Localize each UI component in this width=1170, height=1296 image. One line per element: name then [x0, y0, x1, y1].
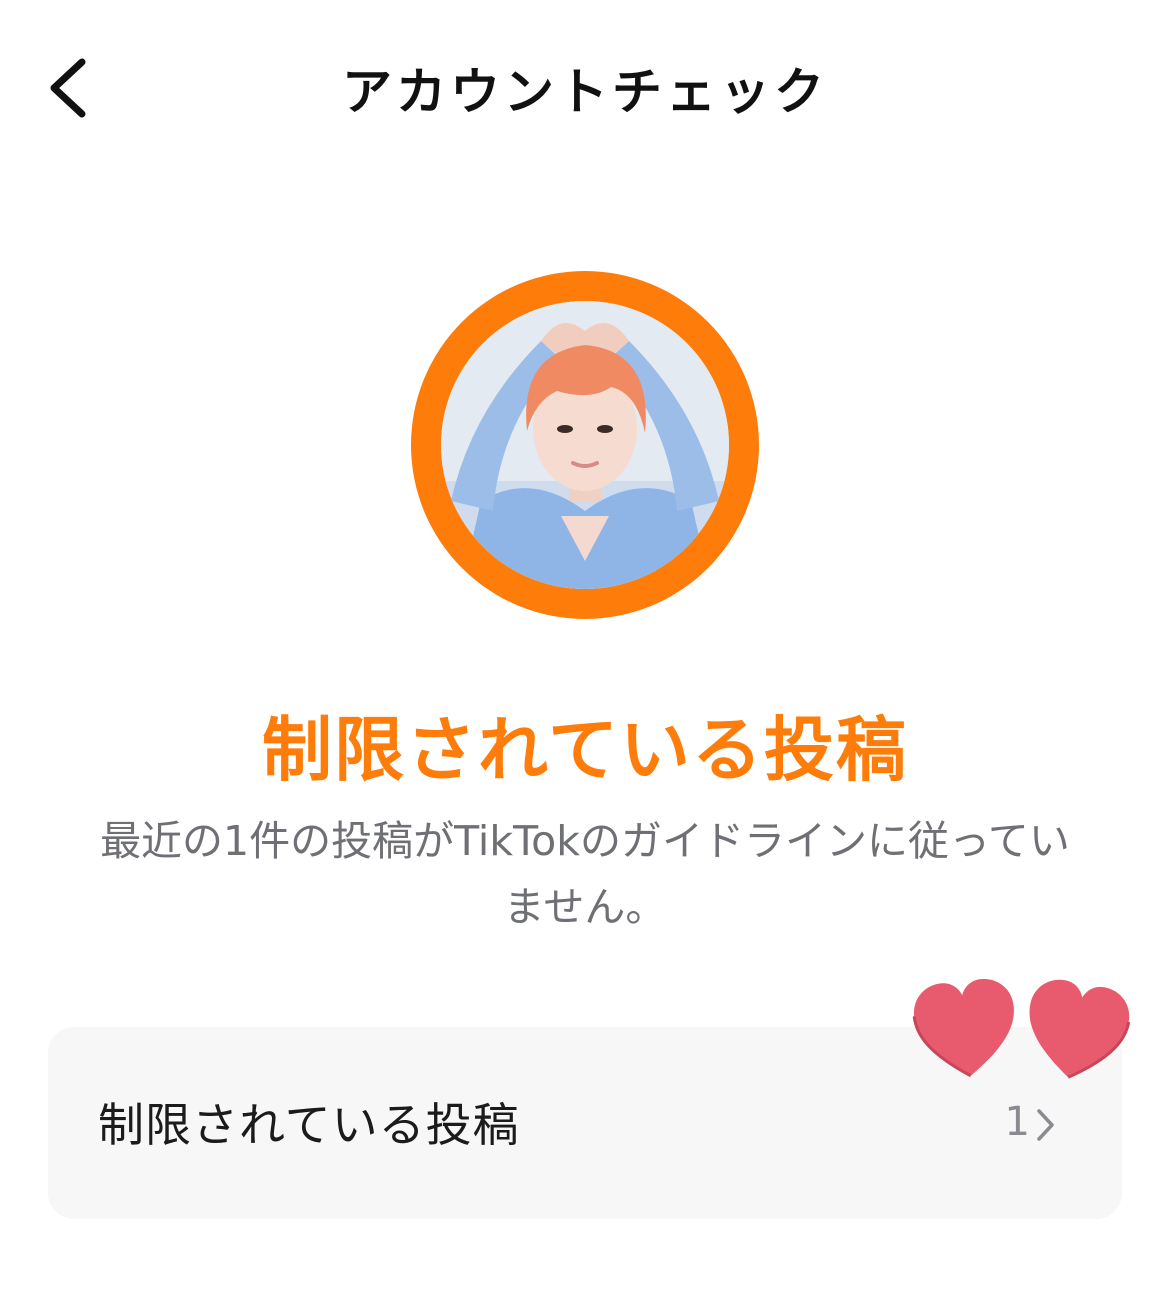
status-description: 最近の1件の投稿がTikTokのガイドラインに従っていません。 — [100, 817, 1070, 931]
avatar-ring — [411, 271, 759, 619]
page-title: アカウントチェック — [342, 63, 828, 121]
avatar — [441, 301, 729, 589]
app-header: アカウントチェック — [0, 0, 1170, 175]
status-title: 制限されている投稿 — [262, 709, 908, 791]
heart-icon — [912, 979, 1014, 1078]
chevron-right-icon — [1037, 1109, 1054, 1141]
restricted-posts-count: 1 — [1004, 1099, 1030, 1145]
avatar-photo — [441, 301, 729, 589]
restricted-posts-label: 制限されている投稿 — [98, 1098, 520, 1152]
heart-stickers — [912, 979, 1131, 1079]
heart-icon — [1029, 979, 1131, 1079]
